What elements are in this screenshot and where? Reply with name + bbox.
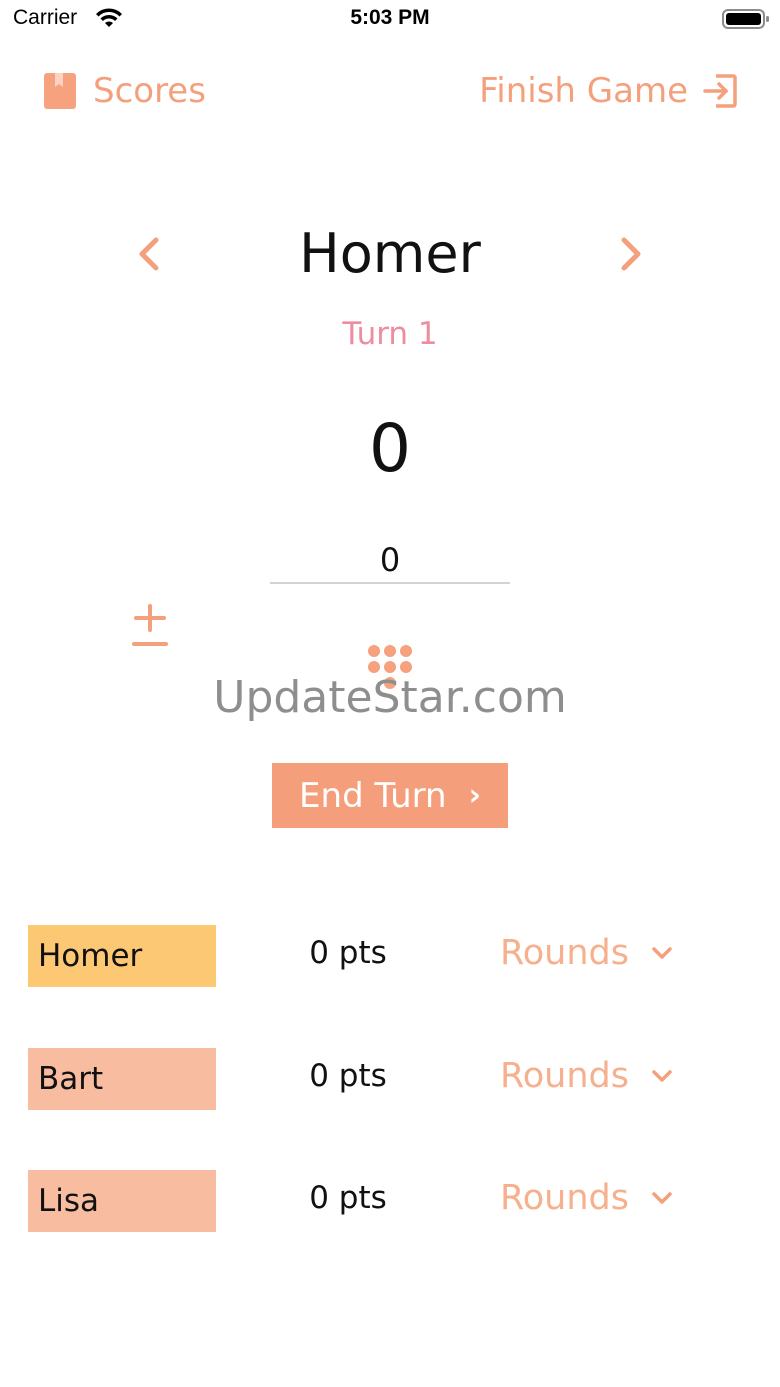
turn-label: Turn 1 [342, 316, 438, 352]
finish-game-button[interactable]: Finish Game [479, 68, 738, 114]
bookmark-icon [44, 73, 76, 109]
rounds-label: Rounds [500, 933, 629, 973]
player-points: 0 pts [309, 1180, 387, 1216]
player-row: Lisa 0 pts Rounds [0, 1170, 780, 1232]
chevron-down-icon [652, 1070, 672, 1082]
current-score: 0 [369, 410, 411, 487]
player-name-tag: Bart [28, 1048, 216, 1110]
chevron-right-icon: › [468, 778, 481, 813]
end-turn-label: End Turn [299, 775, 447, 816]
player-row: Bart 0 pts Rounds [0, 1048, 780, 1110]
rounds-dropdown[interactable]: Rounds [500, 1056, 673, 1096]
score-input[interactable] [270, 538, 510, 584]
rounds-label: Rounds [500, 1178, 629, 1218]
rounds-label: Rounds [500, 1056, 629, 1096]
chevron-right-icon[interactable] [612, 230, 650, 278]
watermark: UpdateStar.com [213, 672, 567, 723]
rounds-dropdown[interactable]: Rounds [500, 1178, 673, 1218]
end-turn-button[interactable]: End Turn › [272, 763, 508, 828]
status-time: 5:03 PM [350, 6, 430, 29]
player-row: Homer 0 pts Rounds [0, 925, 780, 987]
current-player-name: Homer [299, 222, 481, 285]
exit-icon [703, 74, 737, 108]
player-points: 0 pts [309, 1058, 387, 1094]
scores-button[interactable]: Scores [43, 68, 206, 114]
player-points: 0 pts [309, 935, 387, 971]
player-name-tag: Lisa [28, 1170, 216, 1232]
battery-icon [722, 9, 769, 29]
rounds-dropdown[interactable]: Rounds [500, 933, 673, 973]
finish-game-label: Finish Game [479, 71, 688, 111]
player-name-tag: Homer [28, 925, 216, 987]
scores-label: Scores [93, 71, 206, 111]
chevron-down-icon [652, 1192, 672, 1204]
chevron-down-icon [652, 947, 672, 959]
plus-minus-icon[interactable] [128, 600, 172, 652]
